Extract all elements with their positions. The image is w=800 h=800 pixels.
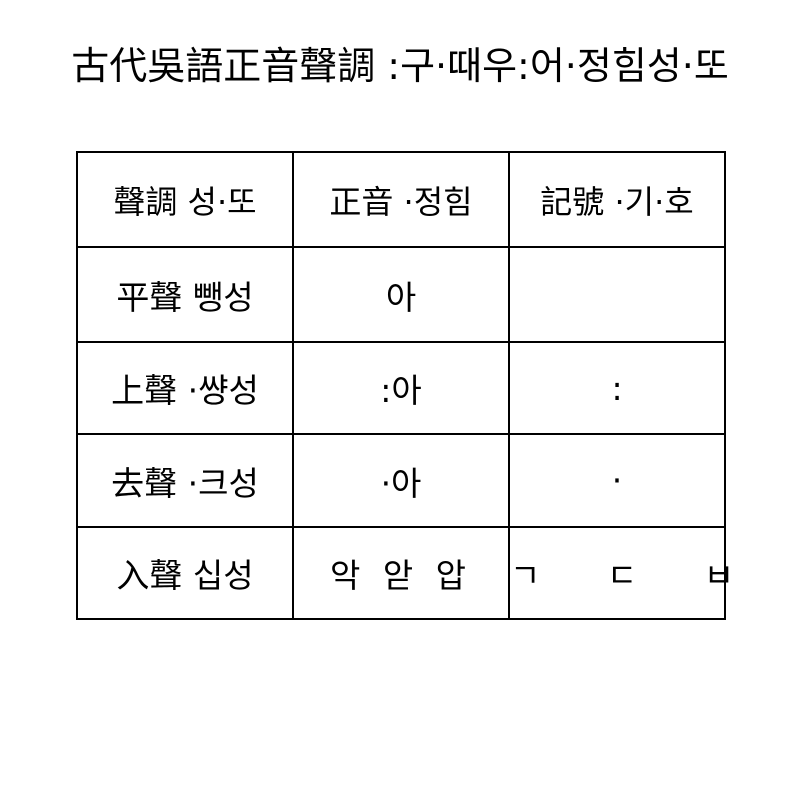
header-tone: 聲調 성·또 [76, 151, 294, 248]
table-row: 上聲 ·썅성 :아 : [76, 341, 726, 435]
header-symbol: 記號 ·기·호 [508, 151, 726, 248]
symbol-cell: · [508, 433, 726, 528]
table-header-row: 聲調 성·또 正音 ·정힘 記號 ·기·호 [76, 151, 726, 248]
zhengyin-cell: :아 [292, 341, 510, 435]
tone-table: 聲調 성·또 正音 ·정힘 記號 ·기·호 平聲 뺑성 아 上聲 ·썅성 :아 … [76, 151, 734, 620]
zhengyin-cell: 악 앋 압 [292, 526, 510, 620]
zhengyin-cell: ·아 [292, 433, 510, 528]
header-zhengyin: 正音 ·정힘 [292, 151, 510, 248]
table-row: 入聲 십성 악 앋 압 ㄱ ㄷ ㅂ [76, 526, 734, 620]
symbol-cell: ㄱ ㄷ ㅂ [508, 526, 734, 620]
zhengyin-cell: 아 [292, 246, 510, 343]
symbol-cell: : [508, 341, 726, 435]
page-title: 古代吳語正音聲調 :구·때우:어·정힘성·또 [71, 44, 729, 88]
table-row: 平聲 뺑성 아 [76, 246, 726, 343]
tone-cell: 去聲 ·크성 [76, 433, 294, 528]
symbol-cell [508, 246, 726, 343]
tone-cell: 上聲 ·썅성 [76, 341, 294, 435]
tone-cell: 入聲 십성 [76, 526, 294, 620]
table-row: 去聲 ·크성 ·아 · [76, 433, 726, 528]
tone-cell: 平聲 뺑성 [76, 246, 294, 343]
